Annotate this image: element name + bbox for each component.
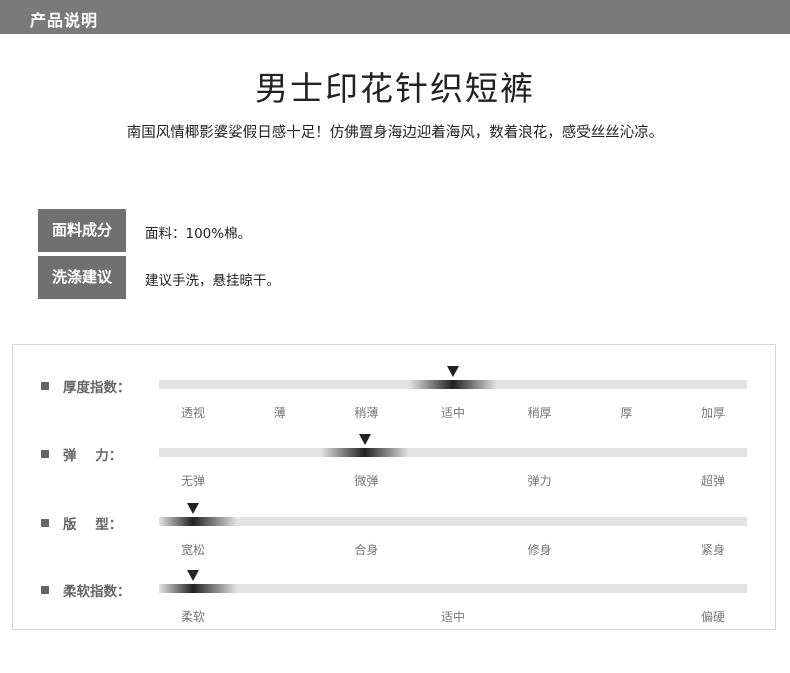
index-tick-label: 加厚 xyxy=(700,406,726,420)
section-title: 产品说明 xyxy=(30,11,99,30)
index-tick-label: 偏硬 xyxy=(700,610,726,624)
index-tick-label: 微弹 xyxy=(354,474,379,488)
product-title: 男士印花针织短裤 xyxy=(255,69,535,108)
index-label: 版 型： xyxy=(63,517,123,533)
index-label: 弹 力： xyxy=(63,448,123,464)
bullet-icon xyxy=(41,586,49,594)
index-tick-label: 透视 xyxy=(180,406,206,420)
spec-label: 洗涤建议 xyxy=(38,256,126,299)
index-bar: 透视 薄 稍薄 适中 稍厚 厚 加厚 xyxy=(159,366,747,420)
spec-value: 面料：100%棉。 xyxy=(145,226,252,242)
bullet-icon xyxy=(41,450,49,458)
marker-triangle-icon xyxy=(187,503,199,514)
index-tick-label: 适中 xyxy=(440,610,466,624)
index-row-elasticity: 弹 力： 无弹 微弹 弹力 超弹 xyxy=(13,434,777,504)
marker-triangle-icon xyxy=(447,366,459,377)
index-tick-label: 柔软 xyxy=(180,610,206,624)
spec-value: 建议手洗，悬挂晾干。 xyxy=(145,273,280,289)
spec-label: 面料成分 xyxy=(38,209,126,252)
index-label: 柔软指数： xyxy=(63,584,131,600)
marker-triangle-icon xyxy=(187,570,199,581)
marker-triangle-icon xyxy=(358,434,371,445)
index-tick-label: 修身 xyxy=(527,543,552,557)
index-row-softness: 柔软指数： 柔软 适中 偏硬 xyxy=(13,570,777,640)
bullet-icon xyxy=(41,382,49,390)
index-tick-label: 厚 xyxy=(620,406,633,420)
index-bar: 无弹 微弹 弹力 超弹 xyxy=(159,434,747,488)
index-tick-label: 宽松 xyxy=(180,543,206,557)
index-panel: 厚度指数： 透视薄稍薄 适中 稍厚厚加厚 弹 力： 无弹 微弹 弹力 超弹 版 型： 宽松… xyxy=(12,344,776,630)
index-row-fit: 版 型： 宽松 合身 修身 紧身 xyxy=(13,503,777,573)
index-tick-label: 紧身 xyxy=(700,543,726,557)
index-tick-label: 合身 xyxy=(354,543,379,557)
bullet-icon xyxy=(41,519,49,527)
product-description: 南国风情椰影婆娑假日感十足！仿佛置身海边迎着海风，数着浪花，感受丝丝沁凉。 xyxy=(126,125,664,141)
index-tick-label: 薄 xyxy=(273,406,286,420)
index-tick-label: 弹力 xyxy=(527,474,552,488)
index-tick-label: 稍厚 xyxy=(527,406,552,420)
index-tick-label: 适中 xyxy=(440,406,466,420)
index-tick-label: 超弹 xyxy=(700,474,726,488)
index-bar: 宽松 合身 修身 紧身 xyxy=(159,503,747,557)
index-row-thickness: 厚度指数： 透视 薄 稍薄 适中 稍厚 厚 加厚 xyxy=(13,366,777,436)
header-bar: 产品说明 xyxy=(0,0,790,34)
index-tick-label: 无弹 xyxy=(180,474,206,488)
index-bar: 柔软 适中 偏硬 xyxy=(159,570,747,624)
index-label: 厚度指数： xyxy=(63,380,131,396)
index-tick-label: 稍薄 xyxy=(354,406,379,420)
